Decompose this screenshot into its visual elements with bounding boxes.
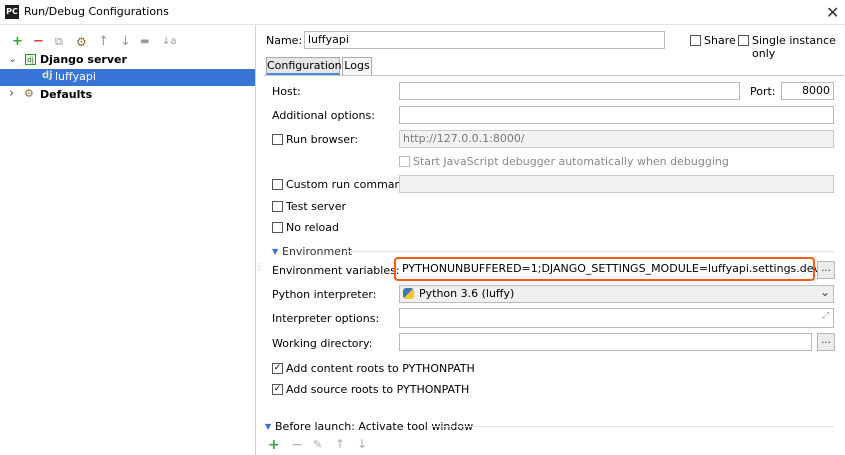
sort-icon[interactable]: ↓a — [162, 35, 177, 49]
interpreter-options-input[interactable]: ⤢ — [399, 308, 834, 328]
working-dir-browse-button[interactable]: ... — [817, 333, 835, 351]
splitter-handle[interactable]: ⋮ — [255, 262, 263, 271]
host-label: Host: — [272, 85, 301, 98]
custom-run-label: Custom run command: — [286, 178, 413, 191]
add-task-icon[interactable]: + — [268, 437, 280, 453]
test-server-checkbox[interactable] — [272, 201, 283, 212]
move-down-icon[interactable]: ↓ — [120, 35, 131, 49]
copy-config-icon[interactable]: ⧉ — [55, 35, 63, 49]
add-config-icon[interactable]: + — [12, 35, 23, 49]
working-dir-label: Working directory: — [272, 337, 373, 350]
content-roots-checkbox[interactable]: ✓ — [272, 363, 283, 374]
before-launch-divider — [430, 426, 834, 427]
content-roots-label: Add content roots to PYTHONPATH — [286, 362, 475, 375]
name-input[interactable]: luffyapi — [304, 31, 665, 49]
test-server-label: Test server — [286, 200, 346, 213]
custom-run-checkbox[interactable] — [272, 179, 283, 190]
folder-icon[interactable]: ▬ — [140, 35, 149, 49]
window-title: Run/Debug Configurations — [24, 5, 169, 18]
source-roots-label: Add source roots to PYTHONPATH — [286, 383, 470, 396]
host-input[interactable] — [399, 82, 740, 100]
tab-logs[interactable]: Logs — [342, 57, 372, 75]
run-browser-label: Run browser: — [286, 133, 359, 146]
working-dir-input[interactable] — [399, 333, 812, 351]
source-roots-checkbox[interactable]: ✓ — [272, 384, 283, 395]
env-vars-browse-button[interactable]: ... — [817, 261, 835, 279]
share-label: Share — [704, 34, 736, 47]
move-up-icon[interactable]: ↑ — [98, 35, 109, 49]
section-divider — [343, 251, 834, 252]
collapse-arrow-icon[interactable]: ▼ — [272, 247, 278, 256]
port-label: Port: — [750, 85, 776, 98]
chevron-down-icon[interactable]: ⌄ — [820, 285, 830, 299]
no-reload-checkbox[interactable] — [272, 222, 283, 233]
chevron-down-icon[interactable]: ⌄ — [8, 52, 17, 65]
tab-configuration[interactable]: Configuration — [266, 57, 342, 75]
tree-group-label: Django server — [40, 53, 127, 66]
run-browser-url-input[interactable]: http://127.0.0.1:8000/ — [399, 130, 834, 148]
interpreter-options-label: Interpreter options: — [272, 312, 380, 325]
interpreter-label: Python interpreter: — [272, 288, 377, 301]
port-input[interactable]: 8000 — [781, 82, 834, 100]
no-reload-label: No reload — [286, 221, 340, 234]
js-debugger-checkbox[interactable] — [399, 156, 410, 167]
name-label: Name: — [266, 34, 303, 47]
close-icon[interactable]: ✕ — [826, 3, 839, 22]
share-checkbox[interactable] — [690, 35, 701, 46]
tree-group-django-server[interactable]: ⌄ dj Django server — [0, 52, 255, 69]
edit-task-icon[interactable]: ✎ — [313, 438, 322, 451]
env-vars-label: Environment variables: — [272, 264, 400, 277]
tab-underline — [264, 75, 844, 76]
tree-group-defaults[interactable]: › ⚙ Defaults — [0, 86, 255, 104]
tree-item-luffyapi[interactable]: dj luffyapi — [0, 69, 255, 86]
remove-task-icon[interactable]: − — [291, 437, 303, 453]
pycharm-app-icon: PC — [5, 5, 19, 19]
python-icon — [403, 288, 414, 299]
move-task-up-icon[interactable]: ↑ — [335, 437, 345, 451]
run-browser-checkbox[interactable] — [272, 134, 283, 145]
env-vars-highlight — [394, 257, 815, 281]
before-launch-arrow-icon[interactable]: ▼ — [265, 422, 271, 431]
defaults-icon: ⚙ — [24, 87, 34, 100]
additional-options-label: Additional options: — [272, 109, 375, 122]
additional-options-input[interactable] — [399, 106, 834, 124]
js-debugger-label: Start JavaScript debugger automatically … — [413, 155, 729, 168]
chevron-right-icon[interactable]: › — [9, 86, 14, 101]
expand-icon[interactable]: ⤢ — [822, 311, 829, 321]
interpreter-select[interactable]: Python 3.6 (luffy) ⌄ — [399, 285, 834, 303]
single-instance-label: Single instance only — [752, 34, 836, 60]
django-item-icon: dj — [42, 70, 53, 81]
custom-run-input[interactable] — [399, 175, 834, 193]
environment-section-label: Environment — [282, 245, 353, 258]
django-icon: dj — [25, 54, 36, 65]
tree-item-label: luffyapi — [55, 70, 96, 83]
move-task-down-icon[interactable]: ↓ — [357, 437, 367, 451]
tree-defaults-label: Defaults — [40, 88, 93, 101]
edit-defaults-icon[interactable]: ⚙ — [76, 35, 87, 49]
single-instance-checkbox[interactable] — [738, 35, 749, 46]
remove-config-icon[interactable]: − — [33, 35, 44, 49]
